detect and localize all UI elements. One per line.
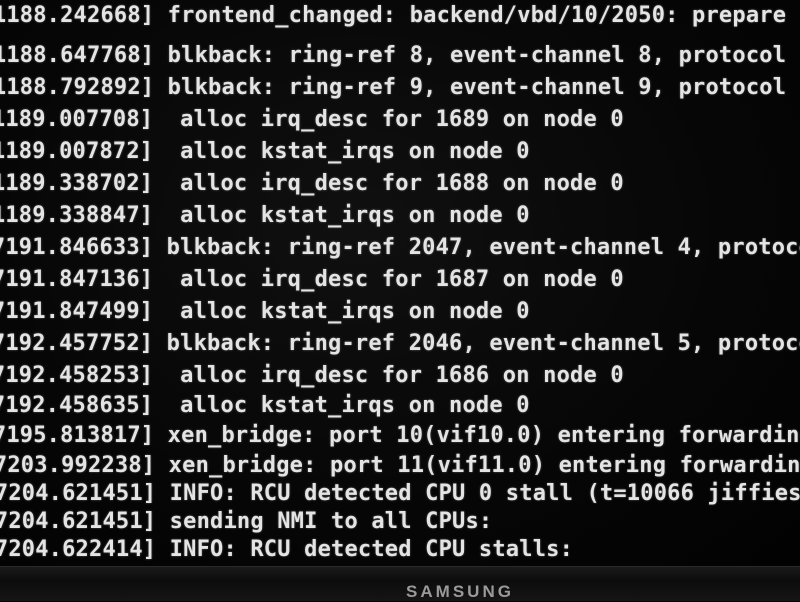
console-line: [ 1189.007872] alloc kstat_irqs on node … [0,139,530,164]
console-line: [ 1189.338702] alloc irq_desc for 1688 o… [0,171,624,196]
console-line: [ 7191.846633] blkback: ring-ref 2047, e… [0,235,800,260]
console-line: [ 7191.847136] alloc irq_desc for 1687 o… [0,267,624,292]
console-line: [ 7203.992238] xen_bridge: port 11(vif11… [0,453,800,478]
console-line: [ 7192.457752] blkback: ring-ref 2046, e… [0,331,800,356]
console-line: [ 7204.621451] INFO: RCU detected CPU 0 … [0,481,800,506]
console-line: [ 1188.647768] blkback: ring-ref 8, even… [0,43,800,68]
console-line: [ 1188.242668] frontend_changed: backend… [0,3,800,28]
console-line: [ 7204.621451] sending NMI to all CPUs: [0,509,493,534]
console-line: [ 1189.007708] alloc irq_desc for 1689 o… [0,107,624,132]
console-screen: [ 1188.242668] frontend_changed: backend… [0,0,800,566]
monitor-brand-logo: SAMSUNG [406,582,514,601]
console-line: [ 7204.622414] INFO: RCU detected CPU st… [0,537,574,562]
console-line: [ 7191.847499] alloc kstat_irqs on node … [0,299,530,324]
console-line: [ 7195.813817] xen_bridge: port 10(vif10… [0,423,800,448]
console-line: [ 7192.458635] alloc kstat_irqs on node … [0,393,530,418]
console-line: [ 7192.458253] alloc irq_desc for 1686 o… [0,363,624,388]
console-line: [ 1189.338847] alloc kstat_irqs on node … [0,203,530,228]
console-line: [ 1188.792892] blkback: ring-ref 9, even… [0,75,800,100]
